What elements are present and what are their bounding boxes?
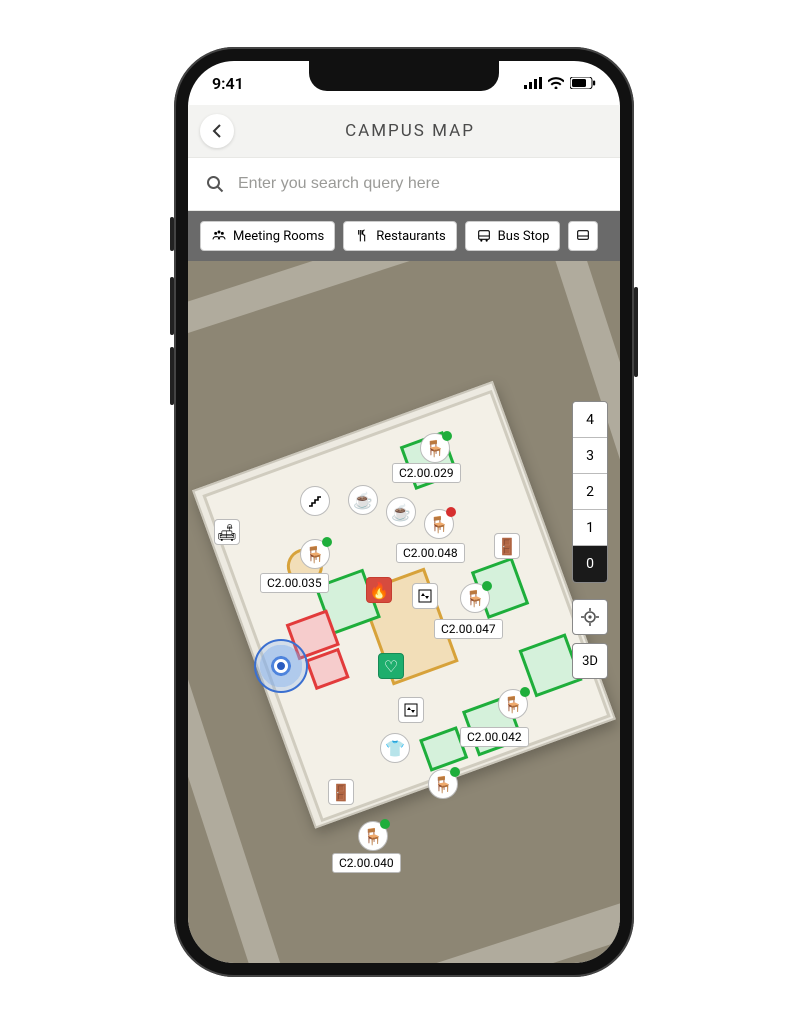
status-icons: [524, 77, 596, 89]
room-label[interactable]: C2.00.035: [260, 573, 329, 593]
stairs-icon[interactable]: [300, 486, 330, 516]
crosshair-icon: [581, 608, 599, 626]
user-location-marker: [254, 639, 308, 693]
door-icon[interactable]: 🚪: [494, 533, 520, 559]
aed-icon[interactable]: ♡: [378, 653, 404, 679]
floor-selector: 4 3 2 1 0: [572, 401, 608, 583]
view-3d-button[interactable]: 3D: [572, 643, 608, 679]
status-time: 9:41: [212, 74, 244, 93]
bus-icon: [476, 228, 492, 244]
room-label[interactable]: C2.00.029: [392, 463, 461, 483]
fire-icon[interactable]: 🔥: [366, 577, 392, 603]
meeting-icon: [211, 228, 227, 244]
phone-mute-switch: [170, 217, 174, 251]
filter-bus-stop[interactable]: Bus Stop: [465, 221, 561, 251]
filter-restaurants[interactable]: Restaurants: [343, 221, 456, 251]
hanger-icon[interactable]: 👕: [380, 733, 410, 763]
restaurant-icon: [354, 228, 370, 244]
desk-icon[interactable]: 🪑: [420, 433, 450, 463]
room-label[interactable]: C2.00.048: [396, 543, 465, 563]
search-icon: [206, 175, 224, 193]
room-label[interactable]: C2.00.040: [332, 853, 401, 873]
bus-icon: [575, 228, 591, 244]
desk-icon[interactable]: 🪑: [358, 821, 388, 851]
map-canvas[interactable]: 🪑 ☕ ☕ 🛋 🪑 🪑 🚪 🔥 🪑 ♡ 👕 🪑 🪑 🪑 🚪 C2.00.029: [188, 261, 620, 963]
elevator-icon[interactable]: [398, 697, 424, 723]
phone-volume-up: [170, 277, 174, 335]
search-bar[interactable]: [188, 157, 620, 211]
filter-meeting-rooms[interactable]: Meeting Rooms: [200, 221, 335, 251]
floor-level-1[interactable]: 1: [573, 510, 607, 546]
search-input[interactable]: [238, 175, 602, 193]
filter-label: Restaurants: [376, 229, 445, 244]
desk-icon[interactable]: 🪑: [460, 583, 490, 613]
phone-volume-down: [170, 347, 174, 405]
floor-level-4[interactable]: 4: [573, 402, 607, 438]
app-header: CAMPUS MAP: [188, 105, 620, 157]
floor-level-3[interactable]: 3: [573, 438, 607, 474]
room-label[interactable]: C2.00.047: [434, 619, 503, 639]
door-icon[interactable]: 🚪: [328, 779, 354, 805]
chevron-left-icon: [212, 124, 222, 138]
sofa-icon[interactable]: 🛋: [214, 519, 240, 545]
phone-power-button: [634, 287, 638, 377]
desk-icon[interactable]: 🪑: [498, 689, 528, 719]
page-title: CAMPUS MAP: [246, 121, 608, 141]
elevator-icon[interactable]: [412, 583, 438, 609]
back-button[interactable]: [200, 114, 234, 148]
floor-level-0[interactable]: 0: [573, 546, 607, 582]
map-road: [188, 261, 620, 346]
desk-icon[interactable]: 🪑: [424, 509, 454, 539]
desk-icon[interactable]: 🪑: [300, 539, 330, 569]
desk-icon[interactable]: 🪑: [428, 769, 458, 799]
coffee-icon[interactable]: ☕: [348, 485, 378, 515]
wifi-icon: [548, 77, 564, 89]
filter-bar: Meeting Rooms Restaurants Bus Stop: [188, 211, 620, 261]
filter-label: Meeting Rooms: [233, 229, 324, 244]
battery-icon: [570, 77, 596, 89]
filter-label: Bus Stop: [498, 229, 550, 244]
cellular-icon: [524, 77, 542, 89]
floor-level-2[interactable]: 2: [573, 474, 607, 510]
phone-notch: [309, 61, 499, 91]
filter-more[interactable]: [568, 221, 598, 251]
coffee-icon[interactable]: ☕: [386, 497, 416, 527]
room-label[interactable]: C2.00.042: [460, 727, 529, 747]
building-floorplan: [192, 381, 616, 829]
phone-frame: 9:41 CAMPUS MAP Meeting Rooms: [174, 47, 634, 977]
phone-screen: 9:41 CAMPUS MAP Meeting Rooms: [188, 61, 620, 963]
locate-button[interactable]: [572, 599, 608, 635]
